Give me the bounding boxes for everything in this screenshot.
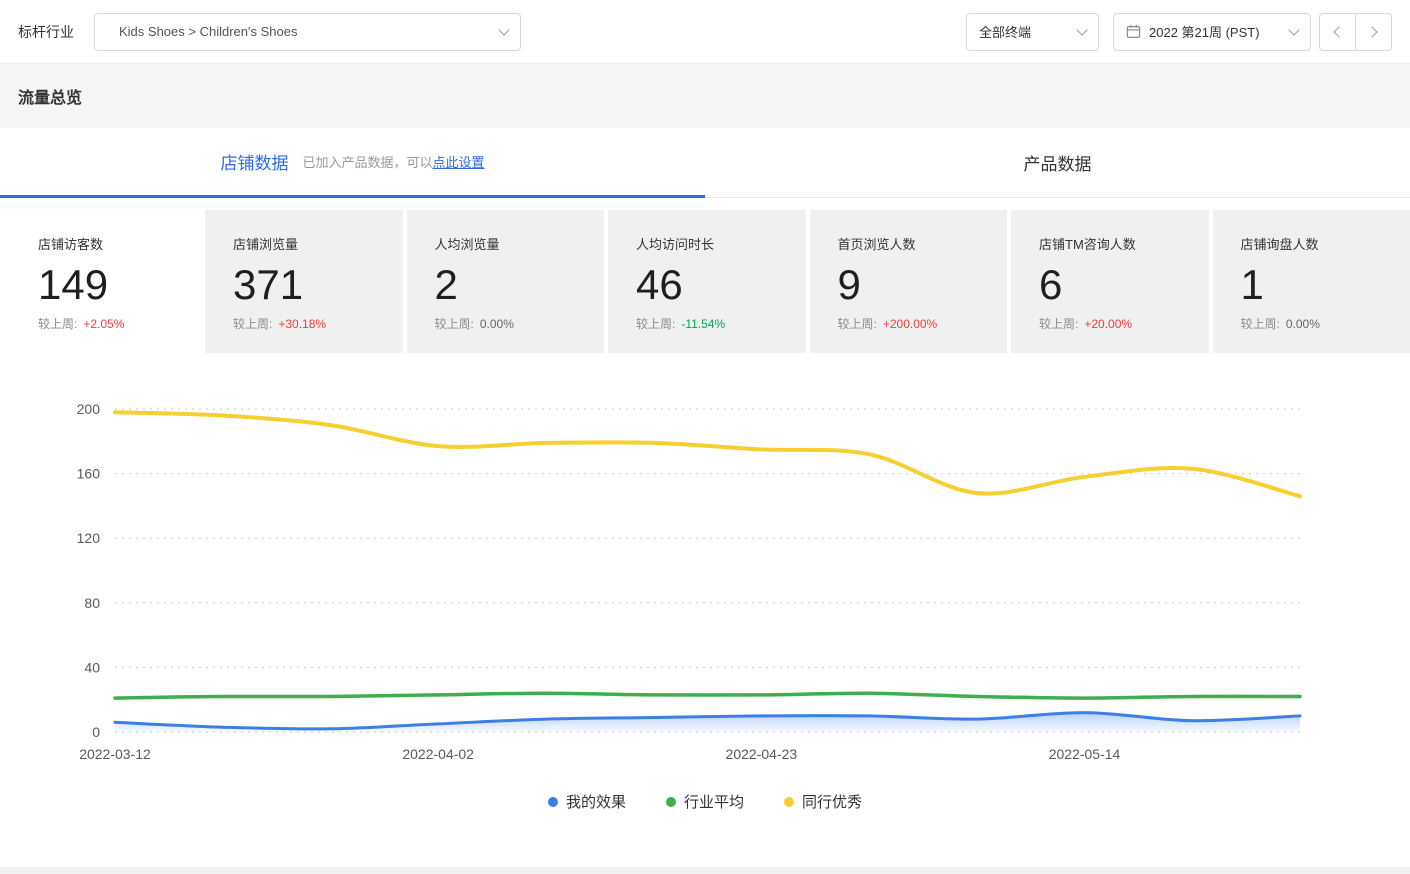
wow-label: 较上周:	[38, 317, 77, 331]
stat-label: 店铺TM咨询人数	[1039, 234, 1201, 253]
chart-legend: 我的效果 行业平均 同行优秀	[0, 791, 1410, 812]
week-select[interactable]: 2022 第21周 (PST)	[1113, 13, 1311, 51]
stat-card-avg-duration[interactable]: 人均访问时长 46 较上周: -11.54%	[608, 210, 806, 353]
terminal-select-value: 全部终端	[979, 22, 1078, 41]
wow-label: 较上周:	[233, 317, 272, 331]
stat-card-visitors[interactable]: 店铺访客数 149 较上周: +2.05%	[0, 210, 201, 353]
next-week-button[interactable]	[1355, 13, 1392, 51]
stat-label: 店铺访客数	[38, 234, 193, 253]
stat-delta: -11.54%	[681, 317, 725, 331]
stat-delta: 0.00%	[1286, 317, 1320, 331]
week-select-value: 2022 第21周 (PST)	[1149, 22, 1290, 41]
stat-delta: +2.05%	[83, 317, 124, 331]
tab-store-data-label: 店铺数据	[220, 149, 288, 174]
stat-value: 9	[838, 261, 1000, 309]
prev-week-button[interactable]	[1319, 13, 1356, 51]
svg-text:40: 40	[84, 659, 100, 675]
category-select-value: Kids Shoes > Children's Shoes	[119, 24, 500, 39]
stat-card-homepage-viewers[interactable]: 首页浏览人数 9 较上周: +200.00%	[810, 210, 1008, 353]
benchmark-industry-label: 标杆行业	[18, 22, 74, 42]
legend-label: 同行优秀	[802, 791, 862, 812]
category-select[interactable]: Kids Shoes > Children's Shoes	[94, 13, 521, 51]
tab-store-hint: 已加入产品数据，可以点此设置	[302, 152, 484, 171]
page-title: 流量总览	[18, 84, 82, 108]
wow-label: 较上周:	[435, 317, 474, 331]
legend-dot-icon	[784, 797, 794, 807]
stat-delta: +20.00%	[1084, 317, 1132, 331]
stat-value: 1	[1241, 261, 1403, 309]
terminal-select[interactable]: 全部终端	[966, 13, 1099, 51]
stat-delta: +30.18%	[278, 317, 326, 331]
legend-dot-icon	[666, 797, 676, 807]
chevron-right-icon	[1366, 26, 1377, 37]
stats-row: 店铺访客数 149 较上周: +2.05% 店铺浏览量 371 较上周: +30.1…	[0, 210, 1410, 353]
stat-delta: 0.00%	[480, 317, 514, 331]
svg-text:120: 120	[77, 530, 101, 546]
tab-product-data-label: 产品数据	[1024, 150, 1092, 175]
stat-value: 6	[1039, 261, 1201, 309]
stat-label: 店铺浏览量	[233, 234, 395, 253]
topbar: 标杆行业 Kids Shoes > Children's Shoes 全部终端 …	[0, 0, 1410, 64]
chevron-down-icon	[498, 24, 509, 35]
legend-dot-icon	[548, 797, 558, 807]
stat-delta: +200.00%	[883, 317, 937, 331]
legend-item[interactable]: 同行优秀	[784, 791, 862, 812]
section-bar: 流量总览	[0, 64, 1410, 128]
svg-text:2022-03-12: 2022-03-12	[79, 746, 151, 762]
traffic-line-chart[interactable]: 0 40 80 120 160 200 2022-03-12 2022-04-02 2022-0…	[0, 387, 1410, 775]
svg-text:160: 160	[77, 466, 101, 482]
legend-item[interactable]: 行业平均	[666, 791, 744, 812]
stat-card-inquiries[interactable]: 店铺询盘人数 1 较上周: 0.00%	[1213, 210, 1410, 353]
chevron-down-icon	[1288, 24, 1299, 35]
svg-text:2022-04-02: 2022-04-02	[402, 746, 474, 762]
stat-label: 店铺询盘人数	[1241, 234, 1403, 253]
week-nav-group	[1319, 13, 1392, 51]
stat-label: 人均浏览量	[435, 234, 597, 253]
legend-label: 行业平均	[684, 791, 744, 812]
stat-label: 首页浏览人数	[838, 234, 1000, 253]
traffic-chart-section: 0 40 80 120 160 200 2022-03-12 2022-04-02 2022-0…	[0, 387, 1410, 812]
wow-label: 较上周:	[1039, 317, 1078, 331]
svg-text:200: 200	[77, 401, 101, 417]
svg-text:2022-04-23: 2022-04-23	[726, 746, 798, 762]
stat-card-pageviews[interactable]: 店铺浏览量 371 较上周: +30.18%	[205, 210, 403, 353]
stat-card-tm-inquiries[interactable]: 店铺TM咨询人数 6 较上周: +20.00%	[1011, 210, 1209, 353]
stat-value: 2	[435, 261, 597, 309]
stat-label: 人均访问时长	[636, 234, 798, 253]
stat-value: 46	[636, 261, 798, 309]
tab-product-data[interactable]: 产品数据	[705, 128, 1410, 198]
legend-label: 我的效果	[566, 791, 626, 812]
bottom-divider	[0, 867, 1410, 874]
chevron-left-icon	[1333, 26, 1344, 37]
chevron-down-icon	[1076, 24, 1087, 35]
wow-label: 较上周:	[838, 317, 877, 331]
svg-text:80: 80	[84, 595, 100, 611]
stat-value: 371	[233, 261, 395, 309]
stat-card-avg-pageviews[interactable]: 人均浏览量 2 较上周: 0.00%	[407, 210, 605, 353]
legend-item[interactable]: 我的效果	[548, 791, 626, 812]
tabs-row: 店铺数据 已加入产品数据，可以点此设置 产品数据	[0, 128, 1410, 198]
stat-value: 149	[38, 261, 193, 309]
svg-text:0: 0	[92, 724, 100, 740]
tab-store-data[interactable]: 店铺数据 已加入产品数据，可以点此设置	[0, 128, 705, 198]
wow-label: 较上周:	[636, 317, 675, 331]
svg-text:2022-05-14: 2022-05-14	[1049, 746, 1121, 762]
calendar-icon	[1126, 24, 1141, 39]
wow-label: 较上周:	[1241, 317, 1280, 331]
configure-link[interactable]: 点此设置	[433, 155, 485, 170]
